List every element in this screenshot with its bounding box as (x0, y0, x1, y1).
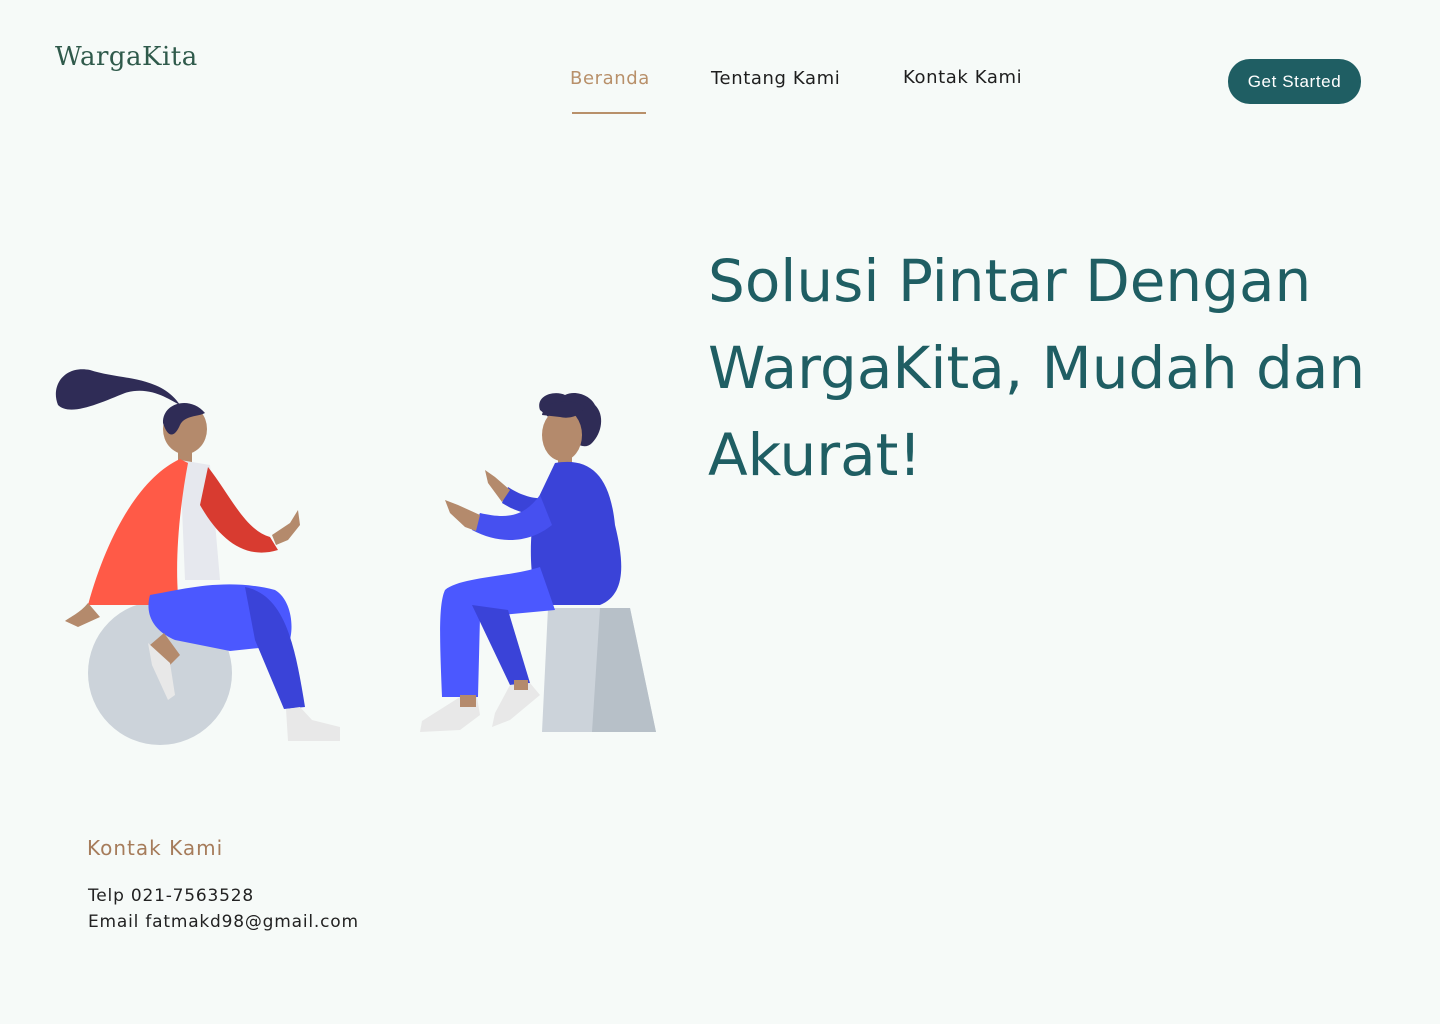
contact-phone: Telp 021-7563528 (88, 886, 254, 906)
woman-figure (55, 369, 340, 745)
people-talking-illustration (55, 369, 656, 745)
contact-email: Email fatmakd98@gmail.com (88, 912, 359, 932)
get-started-button[interactable]: Get Started (1228, 59, 1361, 104)
main-nav: Beranda Tentang Kami Kontak Kami (0, 67, 1440, 118)
nav-item-beranda[interactable]: Beranda (570, 68, 650, 89)
nav-item-kontak-kami[interactable]: Kontak Kami (903, 67, 1022, 88)
nav-item-tentang-kami[interactable]: Tentang Kami (711, 68, 840, 89)
man-figure (420, 393, 656, 732)
hero-title: Solusi Pintar Dengan WargaKita, Mudah da… (708, 247, 1366, 489)
nav-active-underline (572, 112, 646, 114)
contact-heading: Kontak Kami (87, 836, 224, 860)
